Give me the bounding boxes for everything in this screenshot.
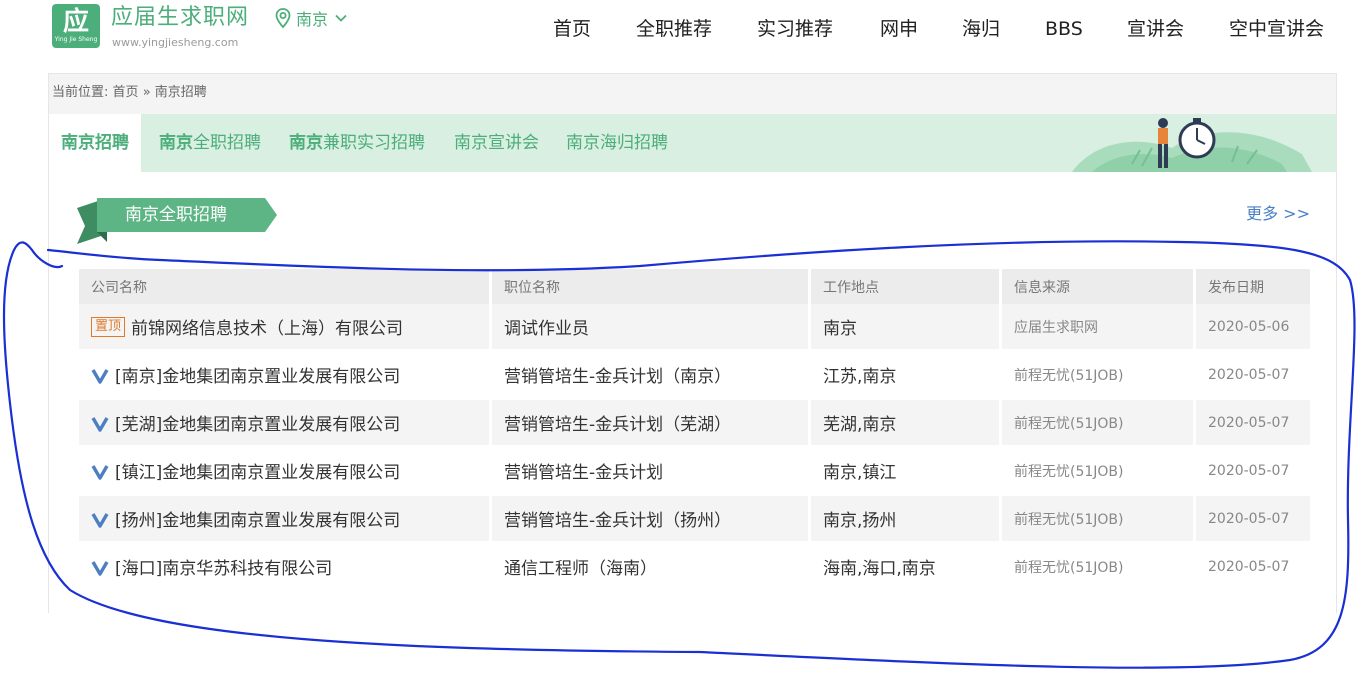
banner-illustration-icon [1072, 118, 1312, 172]
section-title: 南京全职招聘 [125, 205, 227, 225]
tab-nanjing-fulltime[interactable]: 南京全职招聘 [159, 114, 261, 172]
date-cell: 2020-05-07 [1196, 544, 1310, 592]
more-link[interactable]: 更多 >> [1246, 200, 1310, 224]
nav-online-career-talk[interactable]: 空中宣讲会 [1229, 14, 1324, 44]
position-cell[interactable]: 营销管培生-金兵计划（芜湖） [492, 400, 811, 448]
company-link[interactable]: [镇江]金地集团南京置业发展有限公司 [115, 458, 400, 483]
breadcrumb-prefix: 当前位置: [52, 85, 109, 100]
date-cell: 2020-05-07 [1196, 352, 1310, 400]
position-cell[interactable]: 调试作业员 [492, 304, 811, 352]
table-row[interactable]: [海口]南京华苏科技有限公司 通信工程师（海南） 海南,海口,南京 前程无忧(5… [79, 544, 1310, 592]
main-nav: 首页 全职推荐 实习推荐 网申 海归 BBS 宣讲会 空中宣讲会 [0, 14, 1363, 44]
tab-label: 南京招聘 [61, 133, 129, 153]
company-link[interactable]: [南京]金地集团南京置业发展有限公司 [115, 362, 400, 387]
tab-label: 南京宣讲会 [454, 133, 539, 153]
position-cell[interactable]: 营销管培生-金兵计划（扬州） [492, 496, 811, 544]
location-cell: 芜湖,南京 [811, 400, 1002, 448]
tab-nanjing-career-talk[interactable]: 南京宣讲会 [454, 114, 539, 172]
source-cell: 前程无忧(51JOB) [1002, 544, 1196, 592]
location-cell: 江苏,南京 [811, 352, 1002, 400]
company-cell: [扬州]金地集团南京置业发展有限公司 [79, 496, 492, 544]
company-link[interactable]: [芜湖]金地集团南京置业发展有限公司 [115, 410, 400, 435]
tab-label: 兼职实习招聘 [323, 133, 425, 153]
tab-label-bold: 南京 [289, 133, 323, 153]
column-header-company: 公司名称 [79, 269, 492, 304]
table-row[interactable]: [扬州]金地集团南京置业发展有限公司 营销管培生-金兵计划（扬州） 南京,扬州 … [79, 496, 1310, 544]
date-cell: 2020-05-07 [1196, 400, 1310, 448]
tab-label: 南京海归招聘 [566, 133, 668, 153]
verified-v-icon [91, 464, 109, 480]
table-row[interactable]: [镇江]金地集团南京置业发展有限公司 营销管培生-金兵计划 南京,镇江 前程无忧… [79, 448, 1310, 496]
source-cell: 前程无忧(51JOB) [1002, 400, 1196, 448]
position-cell[interactable]: 营销管培生-金兵计划（南京） [492, 352, 811, 400]
company-link[interactable]: [扬州]金地集团南京置业发展有限公司 [115, 506, 400, 531]
verified-v-icon [91, 416, 109, 432]
breadcrumb-current: 南京招聘 [154, 85, 207, 100]
date-cell: 2020-05-06 [1196, 304, 1310, 352]
breadcrumb-separator: » [142, 85, 151, 100]
column-header-date: 发布日期 [1196, 269, 1310, 304]
source-cell: 前程无忧(51JOB) [1002, 496, 1196, 544]
verified-v-icon [91, 512, 109, 528]
column-header-source: 信息来源 [1002, 269, 1196, 304]
job-table: 公司名称 职位名称 工作地点 信息来源 发布日期 置顶 前锦网络信息技术（上海）… [79, 269, 1310, 592]
tab-bar: 南京招聘 南京全职招聘 南京兼职实习招聘 南京宣讲会 南京海归招聘 [49, 114, 1336, 172]
content-panel: 当前位置: 首页 » 南京招聘 南京招聘 南京全职招聘 南京兼职实习招聘 南京宣… [48, 73, 1337, 613]
pinned-badge: 置顶 [91, 316, 126, 337]
nav-online-apply[interactable]: 网申 [880, 14, 918, 44]
breadcrumb-home-link[interactable]: 首页 [113, 85, 139, 100]
location-cell: 南京,扬州 [811, 496, 1002, 544]
table-body: 置顶 前锦网络信息技术（上海）有限公司 调试作业员 南京 应届生求职网 2020… [79, 304, 1310, 592]
nav-bbs[interactable]: BBS [1045, 14, 1083, 44]
table-row[interactable]: [芜湖]金地集团南京置业发展有限公司 营销管培生-金兵计划（芜湖） 芜湖,南京 … [79, 400, 1310, 448]
company-link[interactable]: [海口]南京华苏科技有限公司 [115, 554, 332, 579]
tab-label: 全职招聘 [193, 133, 261, 153]
position-cell[interactable]: 通信工程师（海南） [492, 544, 811, 592]
position-cell[interactable]: 营销管培生-金兵计划 [492, 448, 811, 496]
company-cell: [镇江]金地集团南京置业发展有限公司 [79, 448, 492, 496]
nav-internship[interactable]: 实习推荐 [757, 14, 833, 44]
location-cell: 海南,海口,南京 [811, 544, 1002, 592]
company-cell: [海口]南京华苏科技有限公司 [79, 544, 492, 592]
tab-nanjing-parttime[interactable]: 南京兼职实习招聘 [289, 114, 425, 172]
source-cell: 前程无忧(51JOB) [1002, 352, 1196, 400]
date-cell: 2020-05-07 [1196, 496, 1310, 544]
nav-career-talk[interactable]: 宣讲会 [1127, 14, 1184, 44]
nav-fulltime[interactable]: 全职推荐 [636, 14, 712, 44]
date-cell: 2020-05-07 [1196, 448, 1310, 496]
verified-v-icon [91, 368, 109, 384]
column-header-location: 工作地点 [811, 269, 1002, 304]
tab-nanjing-recruit[interactable]: 南京招聘 [49, 114, 141, 172]
company-cell: [芜湖]金地集团南京置业发展有限公司 [79, 400, 492, 448]
source-cell: 前程无忧(51JOB) [1002, 448, 1196, 496]
location-cell: 南京 [811, 304, 1002, 352]
company-cell: 置顶 前锦网络信息技术（上海）有限公司 [79, 304, 492, 352]
nav-home[interactable]: 首页 [553, 14, 591, 44]
tab-label-bold: 南京 [159, 133, 193, 153]
table-row[interactable]: [南京]金地集团南京置业发展有限公司 营销管培生-金兵计划（南京） 江苏,南京 … [79, 352, 1310, 400]
company-cell: [南京]金地集团南京置业发展有限公司 [79, 352, 492, 400]
nav-returnee[interactable]: 海归 [962, 14, 1000, 44]
column-header-position: 职位名称 [492, 269, 811, 304]
table-row[interactable]: 置顶 前锦网络信息技术（上海）有限公司 调试作业员 南京 应届生求职网 2020… [79, 304, 1310, 352]
site-header: 应 Ying Jie Sheng 应届生求职网 www.yingjiesheng… [0, 0, 1363, 60]
tab-nanjing-returnee[interactable]: 南京海归招聘 [566, 114, 668, 172]
source-cell: 应届生求职网 [1002, 304, 1196, 352]
company-link[interactable]: 前锦网络信息技术（上海）有限公司 [131, 314, 403, 339]
table-header: 公司名称 职位名称 工作地点 信息来源 发布日期 [79, 269, 1310, 304]
verified-v-icon [91, 560, 109, 576]
breadcrumb: 当前位置: 首页 » 南京招聘 [49, 74, 1336, 114]
location-cell: 南京,镇江 [811, 448, 1002, 496]
